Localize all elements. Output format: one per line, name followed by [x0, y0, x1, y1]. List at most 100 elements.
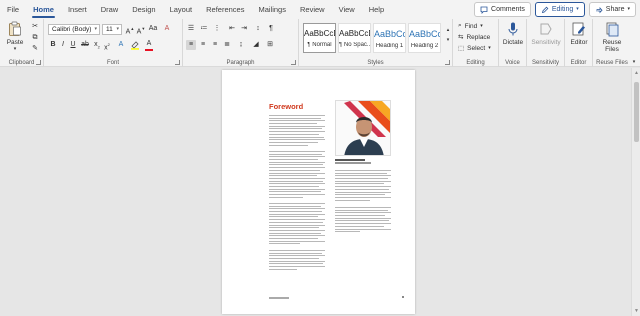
bold-icon[interactable]: B: [48, 40, 58, 50]
style-sample: AaBbCcDc: [304, 29, 335, 38]
chevron-down-icon: ▾: [480, 23, 483, 29]
font-name-value: Calibri (Body): [52, 26, 92, 33]
style-name: Heading 1: [375, 43, 404, 49]
comments-button[interactable]: Comments: [474, 2, 531, 17]
style-heading-2[interactable]: AaBbCcC Heading 2: [408, 23, 441, 53]
style-name: ¶ No Spac...: [339, 42, 370, 48]
paragraph-text: [269, 203, 325, 246]
scroll-up-icon[interactable]: ▲: [634, 70, 639, 76]
document-page[interactable]: Foreword: [222, 70, 415, 314]
style-sample: AaBbCc: [374, 29, 405, 39]
styles-scroll-icon[interactable]: ▴ ▾: [443, 25, 453, 43]
sensitivity-button[interactable]: Sensitivity: [528, 21, 564, 46]
menu-layout[interactable]: Layout: [163, 0, 200, 19]
show-marks-icon[interactable]: ¶: [266, 24, 276, 34]
chevron-down-icon[interactable]: ▾: [629, 57, 639, 67]
editor-button[interactable]: Editor: [567, 21, 591, 46]
increase-indent-icon[interactable]: ⇥: [239, 24, 249, 34]
style-no-spacing[interactable]: AaBbCcDc ¶ No Spac...: [338, 23, 371, 53]
clear-formatting-icon[interactable]: A: [162, 24, 172, 34]
paragraph-text: [269, 151, 325, 199]
borders-icon[interactable]: ⊞: [265, 40, 275, 50]
style-heading-1[interactable]: AaBbCc Heading 1: [373, 23, 406, 53]
sensitivity-label: Sensitivity: [531, 39, 561, 46]
scrollbar-thumb[interactable]: [634, 82, 639, 142]
document-canvas[interactable]: Foreword: [0, 68, 640, 316]
clipboard-dialog-launcher[interactable]: [36, 60, 41, 65]
reuse-files-button[interactable]: Reuse Files: [596, 21, 628, 53]
vertical-scrollbar[interactable]: ▲ ▼: [631, 68, 640, 316]
numbering-icon[interactable]: ≔: [199, 24, 209, 34]
menu-review[interactable]: Review: [293, 0, 332, 19]
chevron-down-icon: ▾: [488, 45, 491, 51]
sort-icon[interactable]: ↕: [253, 24, 263, 34]
font-size-select[interactable]: 11 ▾: [102, 24, 122, 35]
menu-insert[interactable]: Insert: [61, 0, 94, 19]
shrink-font-icon[interactable]: A▼: [136, 24, 146, 35]
find-button[interactable]: ⌕ Find ▾: [458, 22, 483, 30]
justify-icon[interactable]: ≣: [222, 40, 232, 50]
strikethrough-icon[interactable]: ab: [80, 40, 90, 50]
menu-home[interactable]: Home: [26, 0, 61, 19]
comments-label: Comments: [491, 6, 525, 13]
share-label: Share: [605, 6, 625, 13]
cursor-icon: ⬚: [458, 45, 465, 52]
italic-icon[interactable]: I: [58, 40, 68, 50]
font-dialog-launcher[interactable]: [175, 60, 180, 65]
photo-caption-name: [335, 159, 365, 161]
menu-bar: File Home Insert Draw Design Layout Refe…: [0, 0, 640, 19]
paragraph-text: [335, 207, 391, 234]
editor-label: Editor: [570, 39, 588, 46]
superscript-icon[interactable]: x2: [102, 40, 112, 51]
underline-icon[interactable]: U: [68, 40, 78, 50]
subscript-icon[interactable]: x2: [92, 40, 102, 50]
copy-icon[interactable]: ⧉: [30, 33, 40, 43]
cut-icon[interactable]: ✂: [30, 22, 40, 32]
menu-design[interactable]: Design: [125, 0, 162, 19]
share-button[interactable]: Share ▾: [588, 2, 636, 17]
ribbon: Paste ▾ ✂ ⧉ ✎ Clipboard Calibri (Body) ▾…: [0, 19, 640, 67]
menu-draw[interactable]: Draw: [94, 0, 126, 19]
editor-group-label: Editor: [570, 60, 587, 66]
paragraph-dialog-launcher[interactable]: [291, 60, 296, 65]
paragraph-text: [269, 250, 325, 272]
document-heading: Foreword: [269, 102, 304, 111]
menu-references[interactable]: References: [199, 0, 251, 19]
dictate-label: Dictate: [502, 39, 524, 46]
font-color-icon[interactable]: A: [144, 40, 154, 51]
scroll-down-icon[interactable]: ▼: [634, 308, 639, 314]
replace-icon: ⇆: [458, 34, 464, 41]
align-right-icon[interactable]: ≡: [210, 40, 220, 50]
bullets-icon[interactable]: ☰: [186, 24, 196, 34]
page-number: [402, 296, 404, 298]
paragraph-text: [335, 170, 391, 202]
align-left-icon[interactable]: ≡: [186, 40, 196, 50]
decrease-indent-icon[interactable]: ⇤: [227, 24, 237, 34]
highlighter-icon: [131, 41, 139, 50]
font-size-value: 11: [106, 26, 113, 33]
menu-help[interactable]: Help: [362, 0, 391, 19]
grow-font-icon[interactable]: A▲: [125, 24, 135, 35]
multilevel-list-icon[interactable]: ⋮: [212, 24, 222, 34]
replace-button[interactable]: ⇆ Replace: [458, 33, 490, 42]
dictate-button[interactable]: Dictate: [501, 21, 525, 46]
shading-icon[interactable]: ◢: [251, 40, 261, 50]
format-painter-icon[interactable]: ✎: [30, 44, 40, 54]
styles-dialog-launcher[interactable]: [445, 60, 450, 65]
style-name: Heading 2: [410, 43, 439, 49]
author-photo[interactable]: [335, 100, 391, 156]
style-normal[interactable]: AaBbCcDc ¶ Normal: [303, 23, 336, 53]
text-effects-icon[interactable]: A: [116, 40, 126, 50]
menu-view[interactable]: View: [332, 0, 362, 19]
highlight-icon[interactable]: [130, 40, 140, 50]
font-name-select[interactable]: Calibri (Body) ▾: [48, 24, 100, 35]
menu-file[interactable]: File: [0, 0, 26, 19]
editing-mode-button[interactable]: Editing ▾: [534, 2, 585, 17]
select-button[interactable]: ⬚ Select ▾: [458, 44, 491, 53]
paste-button[interactable]: Paste ▾: [5, 21, 25, 52]
change-case-icon[interactable]: Aa: [148, 24, 158, 34]
menu-mailings[interactable]: Mailings: [251, 0, 293, 19]
line-spacing-icon[interactable]: ↨: [236, 40, 246, 50]
paragraph-group-label: Paragraph: [226, 60, 255, 66]
align-center-icon[interactable]: ≡: [198, 40, 208, 50]
